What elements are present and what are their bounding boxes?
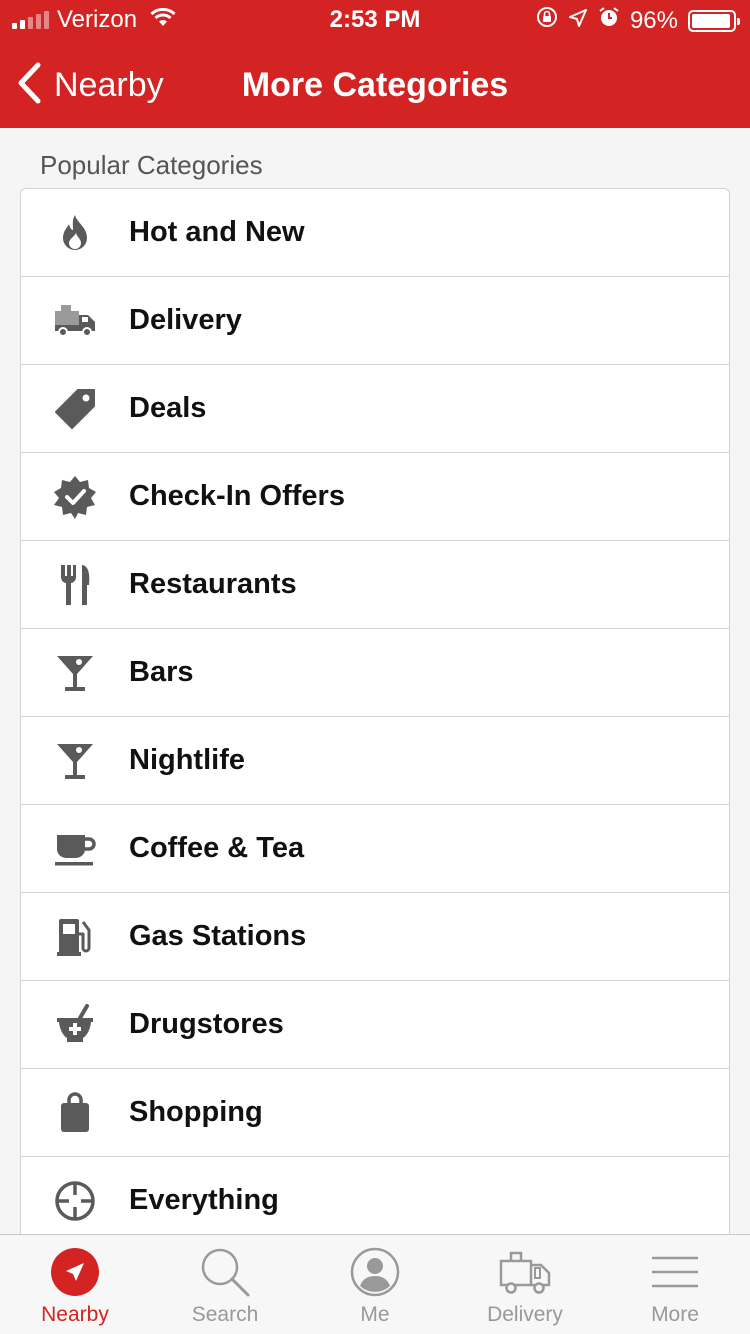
navigation-bar: Nearby More Categories: [0, 40, 750, 128]
tab-search[interactable]: Search: [150, 1235, 300, 1334]
status-bar: Verizon 2:53 PM 96%: [0, 0, 750, 40]
category-label: Deals: [129, 392, 207, 424]
cocktail-icon: [21, 653, 129, 693]
category-row-bars[interactable]: Bars: [21, 629, 729, 717]
search-icon: [198, 1245, 252, 1299]
location-services-icon: [568, 7, 588, 35]
status-right: 96%: [536, 6, 740, 35]
tab-label: Search: [191, 1303, 259, 1326]
category-label: Shopping: [129, 1096, 263, 1128]
tab-label: Nearby: [41, 1303, 109, 1326]
app-header: Verizon 2:53 PM 96% Nearby More Categori…: [0, 0, 750, 128]
battery-icon: [688, 9, 740, 32]
tab-nearby[interactable]: Nearby: [0, 1235, 150, 1334]
fork-knife-icon: [21, 563, 129, 607]
category-row-everything[interactable]: Everything: [21, 1157, 729, 1245]
tab-delivery[interactable]: Delivery: [450, 1235, 600, 1334]
verified-badge-icon: [21, 475, 129, 519]
rotation-lock-icon: [536, 6, 558, 35]
category-label: Everything: [129, 1184, 279, 1216]
section-header: Popular Categories: [40, 150, 263, 180]
menu-icon: [650, 1245, 700, 1299]
tab-me[interactable]: Me: [300, 1235, 450, 1334]
category-label: Delivery: [129, 304, 242, 336]
coffee-cup-icon: [21, 831, 129, 867]
delivery-truck-icon: [497, 1245, 553, 1299]
alarm-icon: [598, 6, 620, 35]
flame-icon: [21, 213, 129, 253]
category-row-check-in-offers[interactable]: Check-In Offers: [21, 453, 729, 541]
location-arrow-icon: [50, 1245, 100, 1299]
category-label: Drugstores: [129, 1008, 284, 1040]
category-label: Gas Stations: [129, 920, 307, 952]
category-label: Bars: [129, 656, 194, 688]
gas-pump-icon: [21, 916, 129, 958]
category-label: Coffee & Tea: [129, 832, 305, 864]
tab-label: Delivery: [487, 1303, 563, 1326]
cocktail-icon: [21, 741, 129, 781]
category-label: Restaurants: [129, 568, 297, 600]
category-row-nightlife[interactable]: Nightlife: [21, 717, 729, 805]
profile-icon: [350, 1245, 400, 1299]
category-row-shopping[interactable]: Shopping: [21, 1069, 729, 1157]
category-label: Nightlife: [129, 744, 245, 776]
delivery-truck-icon: [21, 303, 129, 339]
category-label: Hot and New: [129, 216, 305, 248]
battery-percent: 96%: [629, 6, 678, 34]
shopping-bag-icon: [21, 1091, 129, 1134]
category-row-delivery[interactable]: Delivery: [21, 277, 729, 365]
category-row-coffee-tea[interactable]: Coffee & Tea: [21, 805, 729, 893]
page-title: More Categories: [241, 66, 509, 104]
category-row-deals[interactable]: Deals: [21, 365, 729, 453]
tab-bar: Nearby Search Me Delivery More: [0, 1234, 750, 1334]
tab-label: More: [651, 1303, 699, 1326]
tab-label: Me: [360, 1303, 390, 1326]
category-label: Check-In Offers: [129, 480, 345, 512]
category-row-gas-stations[interactable]: Gas Stations: [21, 893, 729, 981]
category-list: Hot and New Delivery Deals Check-In Offe…: [20, 188, 730, 1248]
category-row-restaurants[interactable]: Restaurants: [21, 541, 729, 629]
category-row-hot-and-new[interactable]: Hot and New: [21, 189, 729, 277]
tab-more[interactable]: More: [600, 1235, 750, 1334]
crosshair-icon: [21, 1179, 129, 1223]
category-row-drugstores[interactable]: Drugstores: [21, 981, 729, 1069]
mortar-pestle-icon: [21, 1003, 129, 1046]
tag-icon: [21, 388, 129, 430]
